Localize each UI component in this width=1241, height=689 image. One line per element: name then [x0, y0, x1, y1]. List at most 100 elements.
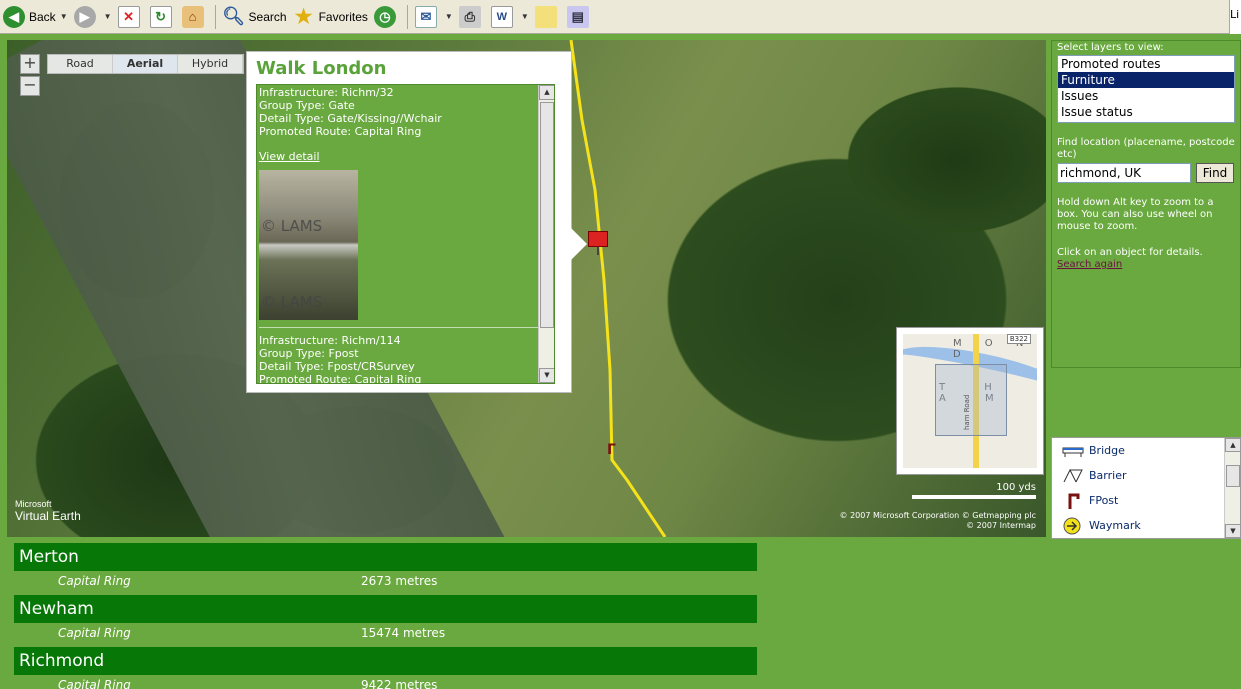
- zoom-controls: + −: [20, 54, 40, 98]
- popup-divider: [259, 327, 541, 328]
- zoom-in-button[interactable]: +: [20, 54, 40, 74]
- tab-road[interactable]: Road: [48, 55, 113, 73]
- minimap-viewport[interactable]: [935, 364, 1007, 436]
- home-button[interactable]: ⌂: [179, 4, 211, 30]
- popup-body[interactable]: Infrastructure: Richm/32 Group Type: Gat…: [256, 84, 555, 384]
- word-icon: W: [490, 5, 513, 28]
- route-name: Capital Ring: [58, 678, 131, 689]
- layer-select-list[interactable]: Promoted routes Furniture Issues Issue s…: [1057, 55, 1235, 123]
- back-button[interactable]: ◀ Back ▼: [0, 4, 71, 30]
- mail-button[interactable]: ✉ ▼: [412, 4, 456, 30]
- find-button[interactable]: Find: [1196, 163, 1234, 183]
- map-copyright: © 2007 Microsoft Corporation © Getmappin…: [826, 511, 1036, 531]
- borough-heading[interactable]: Richmond: [14, 647, 757, 675]
- group-type-text: Group Type: Gate: [259, 99, 355, 112]
- scale-bar: [912, 495, 1036, 499]
- layer-option-issues[interactable]: Issues: [1058, 88, 1234, 104]
- layer-option-promoted-routes[interactable]: Promoted routes: [1058, 56, 1234, 72]
- result-group: Newham Capital Ring 15474 metres: [14, 595, 757, 643]
- legend-label: FPost: [1089, 494, 1119, 507]
- refresh-button[interactable]: ↻: [147, 4, 179, 30]
- chevron-down-icon[interactable]: ▼: [445, 12, 453, 21]
- legend-label: Waymark: [1089, 519, 1141, 532]
- scroll-thumb[interactable]: [540, 102, 554, 328]
- map-legend: Bridge Barrier FPost Waymark ▲ ▼: [1051, 437, 1241, 539]
- logo-small-text: Microsoft: [15, 499, 52, 509]
- photo-watermark: © LAMS: [261, 217, 323, 235]
- print-icon: ⎙: [458, 5, 481, 28]
- minimap-road-sign: B322: [1006, 334, 1031, 344]
- copyright-line: © 2007 Microsoft Corporation © Getmappin…: [839, 511, 1036, 520]
- copyright-line: © 2007 Intermap: [966, 521, 1036, 530]
- chevron-down-icon[interactable]: ▼: [60, 12, 68, 21]
- research-button[interactable]: ▤: [564, 4, 596, 30]
- scroll-down-icon[interactable]: ▼: [1225, 524, 1240, 538]
- notes-button[interactable]: [532, 4, 564, 30]
- overview-minimap[interactable]: M O N D T H A M B322 ham Road: [896, 327, 1044, 475]
- scroll-up-icon[interactable]: ▲: [539, 85, 554, 100]
- control-panel: Select layers to view: Promoted routes F…: [1051, 40, 1241, 368]
- photo-watermark: © LAMS: [261, 293, 323, 311]
- result-row[interactable]: Capital Ring 15474 metres: [14, 623, 757, 643]
- fpost-icon: [1068, 493, 1080, 509]
- marker-stem: [597, 247, 599, 255]
- detail-type-text: Detail Type: Gate/Kissing//Wchair: [259, 112, 442, 125]
- info-popup: Walk London Infrastructure: Richm/32 Gro…: [246, 51, 587, 393]
- infrastructure-text: Infrastructure: Richm/32: [259, 86, 394, 99]
- history-icon: ◷: [373, 5, 396, 28]
- forward-button[interactable]: ▶ ▼: [71, 4, 115, 30]
- route-distance: 9422 metres: [361, 678, 438, 689]
- back-arrow-icon: ◀: [3, 5, 25, 28]
- furniture-photo[interactable]: © LAMS © LAMS: [259, 170, 358, 320]
- chevron-down-icon[interactable]: ▼: [521, 12, 529, 21]
- popup-scrollbar[interactable]: ▲ ▼: [538, 85, 554, 383]
- search-again-link[interactable]: Search again: [1057, 259, 1122, 270]
- borough-heading[interactable]: Newham: [14, 595, 757, 623]
- furniture-marker[interactable]: [588, 231, 610, 255]
- location-search-input[interactable]: richmond, UK: [1057, 163, 1191, 183]
- result-row[interactable]: Capital Ring 9422 metres: [14, 675, 757, 689]
- find-location-label: Find location (placename, postcode etc): [1057, 137, 1235, 160]
- stop-icon: ✕: [117, 5, 140, 28]
- note-icon: [534, 5, 557, 28]
- zoom-out-button[interactable]: −: [20, 76, 40, 96]
- route-name: Capital Ring: [58, 626, 131, 640]
- favorites-label: Favorites: [318, 9, 368, 24]
- group-type-text: Group Type: Fpost: [259, 347, 359, 360]
- forward-arrow-icon: ▶: [73, 5, 96, 28]
- route-results: Merton Capital Ring 2673 metres Newham C…: [14, 543, 757, 689]
- zoom-help-text: Hold down Alt key to zoom to a box. You …: [1057, 197, 1214, 232]
- popup-content: Infrastructure: Richm/32 Group Type: Gat…: [257, 85, 541, 383]
- search-icon: 🔍︎: [222, 6, 245, 26]
- view-detail-link[interactable]: View detail: [259, 150, 320, 163]
- legend-scrollbar[interactable]: ▲ ▼: [1224, 438, 1240, 538]
- links-bar[interactable]: Li: [1229, 0, 1241, 34]
- result-row[interactable]: Capital Ring 2673 metres: [14, 571, 757, 591]
- layer-option-furniture[interactable]: Furniture: [1058, 72, 1234, 88]
- chevron-down-icon[interactable]: ▼: [104, 12, 112, 21]
- popup-title: Walk London: [256, 58, 387, 79]
- scroll-up-icon[interactable]: ▲: [1225, 438, 1240, 452]
- waymark-icon: [1063, 517, 1081, 534]
- scroll-thumb[interactable]: [1226, 465, 1240, 487]
- print-button[interactable]: ⎙: [456, 4, 488, 30]
- fpost-marker-icon[interactable]: Γ: [607, 442, 616, 458]
- minimap-street-label: ham Road: [963, 394, 971, 430]
- route-distance: 2673 metres: [361, 574, 438, 588]
- borough-heading[interactable]: Merton: [14, 543, 757, 571]
- edit-button[interactable]: W ▼: [488, 4, 532, 30]
- tab-hybrid[interactable]: Hybrid: [178, 55, 243, 73]
- legend-item-waymark: Waymark: [1052, 513, 1240, 538]
- scroll-down-icon[interactable]: ▼: [539, 368, 554, 383]
- favorites-button[interactable]: ★ Favorites: [290, 4, 371, 30]
- back-label: Back: [29, 9, 56, 24]
- stop-button[interactable]: ✕: [115, 4, 147, 30]
- toolbar-divider: [406, 4, 408, 29]
- result-group: Merton Capital Ring 2673 metres: [14, 543, 757, 591]
- promoted-route-text: Promoted Route: Capital Ring: [259, 125, 422, 138]
- search-button[interactable]: 🔍︎ Search: [220, 4, 290, 30]
- tab-aerial[interactable]: Aerial: [113, 55, 178, 73]
- bridge-icon: [1062, 447, 1084, 457]
- history-button[interactable]: ◷: [371, 4, 403, 30]
- layer-option-issue-status[interactable]: Issue status: [1058, 104, 1234, 120]
